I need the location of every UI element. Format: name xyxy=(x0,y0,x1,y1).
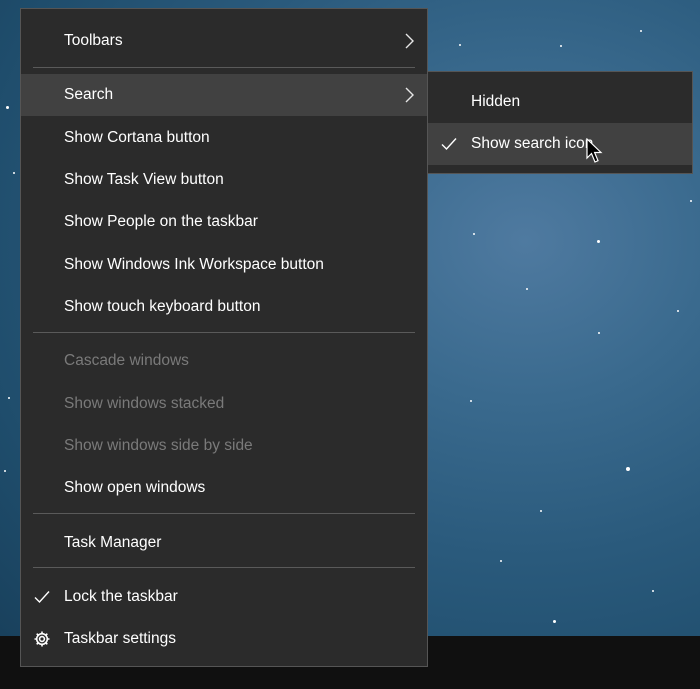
menu-item-label: Toolbars xyxy=(64,32,123,49)
menu-item-label: Show open windows xyxy=(64,479,206,496)
menu-item-task-manager[interactable]: Task Manager xyxy=(21,522,427,564)
menu-item-show-windows-stacked: Show windows stacked xyxy=(21,383,427,425)
menu-item-label: Show windows stacked xyxy=(64,395,225,412)
menu-item-taskbar-settings[interactable]: Taskbar settings xyxy=(21,618,427,660)
menu-item-label: Search xyxy=(64,86,114,103)
menu-item-cascade-windows: Cascade windows xyxy=(21,340,427,382)
menu-item-label: Show search icon xyxy=(471,135,594,152)
chevron-right-icon xyxy=(405,33,414,49)
menu-item-label: Hidden xyxy=(471,93,521,110)
menu-item-show-cortana-button[interactable]: Show Cortana button xyxy=(21,117,427,159)
menu-item-toolbars[interactable]: Toolbars xyxy=(21,20,427,62)
menu-item-label: Show Cortana button xyxy=(64,129,210,146)
menu-item-label: Taskbar settings xyxy=(64,630,176,647)
menu-item-show-touch-keyboard[interactable]: Show touch keyboard button xyxy=(21,286,427,328)
gear-icon xyxy=(34,631,50,647)
menu-item-show-ink-workspace[interactable]: Show Windows Ink Workspace button xyxy=(21,244,427,286)
submenu-item-show-search-icon[interactable]: Show search icon xyxy=(428,123,692,165)
menu-separator xyxy=(33,332,415,333)
taskbar-context-menu: Toolbars Search Show Cortana button Show… xyxy=(20,8,428,667)
chevron-right-icon xyxy=(405,87,414,103)
menu-item-show-task-view-button[interactable]: Show Task View button xyxy=(21,159,427,201)
menu-item-show-people[interactable]: Show People on the taskbar xyxy=(21,201,427,243)
menu-item-label: Show People on the taskbar xyxy=(64,213,258,230)
menu-item-label: Show touch keyboard button xyxy=(64,298,261,315)
menu-item-label: Show Windows Ink Workspace button xyxy=(64,256,324,273)
menu-separator xyxy=(33,567,415,568)
checkmark-icon xyxy=(34,591,50,604)
menu-item-label: Show windows side by side xyxy=(64,437,253,454)
menu-item-search[interactable]: Search xyxy=(21,74,427,116)
menu-separator xyxy=(33,67,415,68)
checkmark-icon xyxy=(441,138,457,151)
menu-item-label: Task Manager xyxy=(64,534,162,551)
menu-item-label: Cascade windows xyxy=(64,352,189,369)
menu-item-label: Show Task View button xyxy=(64,171,224,188)
menu-item-lock-taskbar[interactable]: Lock the taskbar xyxy=(21,576,427,618)
menu-item-show-windows-side-by-side: Show windows side by side xyxy=(21,425,427,467)
search-submenu: Hidden Show search icon xyxy=(427,71,693,174)
menu-separator xyxy=(33,513,415,514)
mouse-cursor-icon xyxy=(586,138,603,163)
menu-item-label: Lock the taskbar xyxy=(64,588,178,605)
submenu-item-hidden[interactable]: Hidden xyxy=(428,81,692,123)
menu-item-show-open-windows[interactable]: Show open windows xyxy=(21,467,427,509)
